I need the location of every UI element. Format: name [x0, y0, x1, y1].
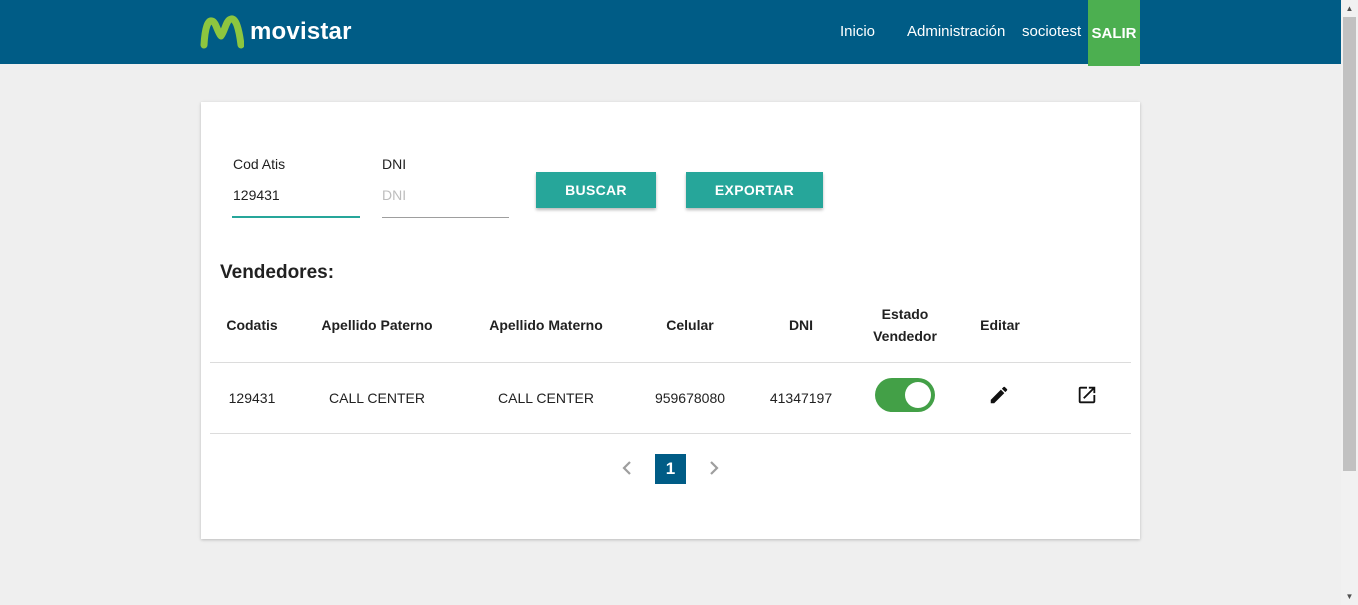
estado-vendedor-toggle[interactable]: [875, 378, 935, 412]
page-scrollbar[interactable]: ▲ ▼: [1341, 0, 1358, 605]
nav-administracion[interactable]: Administración: [907, 24, 1005, 40]
pagination-page-1[interactable]: 1: [655, 454, 686, 484]
cell-apellido-materno: CALL CENTER: [498, 390, 594, 406]
pencil-icon: [990, 386, 1008, 404]
scroll-up-icon[interactable]: ▲: [1341, 0, 1358, 17]
header-apellido-paterno: Apellido Paterno: [321, 317, 433, 333]
dni-underline: [382, 217, 509, 218]
header-dni: DNI: [788, 317, 814, 333]
scroll-thumb[interactable]: [1343, 17, 1356, 471]
vendedores-card: Cod Atis DNI BUSCAR EXPORTAR Vendedores:…: [201, 102, 1140, 539]
cell-celular: 959678080: [654, 390, 726, 406]
cell-dni: 41347197: [769, 390, 833, 406]
exportar-button[interactable]: EXPORTAR: [686, 172, 823, 208]
cell-codatis: 129431: [228, 390, 276, 406]
cod-atis-underline: [232, 216, 360, 218]
open-in-new-icon: [1078, 386, 1096, 404]
section-title: Vendedores:: [220, 262, 335, 283]
brand-logo[interactable]: movistar: [200, 15, 352, 49]
header-divider: [210, 362, 1131, 363]
navbar: movistar Inicio Administración sociotest…: [0, 0, 1341, 66]
pagination-prev[interactable]: [617, 456, 637, 485]
header-estado-vendedor: Estado Vendedor: [873, 306, 937, 344]
open-detail-button[interactable]: [1076, 384, 1098, 411]
chevron-right-icon: [710, 461, 719, 475]
nav-inicio[interactable]: Inicio: [840, 24, 875, 40]
header-apellido-materno: Apellido Materno: [489, 317, 603, 333]
pagination-next[interactable]: [704, 456, 724, 485]
logout-button[interactable]: SALIR: [1088, 0, 1140, 66]
header-codatis: Codatis: [226, 317, 278, 333]
scroll-down-icon[interactable]: ▼: [1341, 588, 1358, 605]
cod-atis-label: Cod Atis: [233, 156, 286, 172]
header-celular: Celular: [666, 317, 714, 333]
cod-atis-input[interactable]: [233, 186, 359, 204]
brand-name: movistar: [250, 18, 352, 45]
buscar-button[interactable]: BUSCAR: [536, 172, 656, 208]
toggle-knob: [905, 382, 931, 408]
header-editar: Editar: [980, 317, 1020, 333]
nav-user-sociotest[interactable]: sociotest: [1022, 24, 1081, 40]
edit-button[interactable]: [988, 384, 1010, 411]
row-divider: [210, 433, 1131, 434]
chevron-left-icon: [622, 461, 631, 475]
cell-apellido-paterno: CALL CENTER: [329, 390, 425, 406]
dni-label: DNI: [382, 156, 407, 172]
movistar-logo-icon: [200, 15, 244, 49]
dni-input[interactable]: [382, 186, 508, 204]
